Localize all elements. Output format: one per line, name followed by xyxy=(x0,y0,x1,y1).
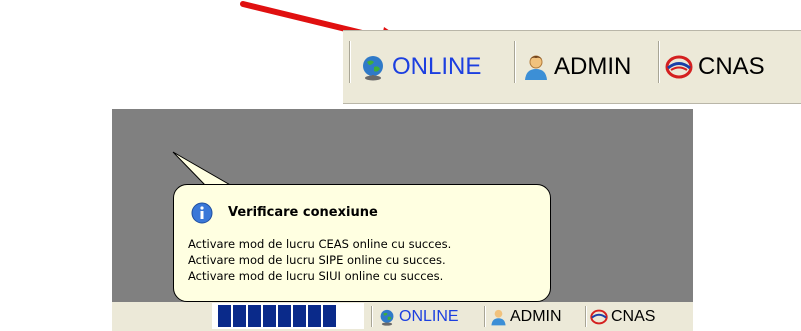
balloon-line: Activare mod de lucru SIUI online cu suc… xyxy=(188,269,444,283)
online-indicator-small[interactable]: ONLINE xyxy=(378,302,459,331)
globe-icon xyxy=(380,309,394,326)
info-icon xyxy=(191,202,213,224)
progress-bar xyxy=(212,303,364,329)
user-icon xyxy=(491,309,506,325)
notification-balloon[interactable]: Verificare conexiune Activare mod de luc… xyxy=(173,184,551,302)
admin-label-small: ADMIN xyxy=(510,307,562,325)
balloon-message: Activare mod de lucru CEAS online cu suc… xyxy=(188,236,451,284)
balloon-line: Activare mod de lucru SIPE online cu suc… xyxy=(188,253,446,267)
balloon-title: Verificare conexiune xyxy=(228,205,378,220)
online-label-small: ONLINE xyxy=(399,307,459,325)
balloon-line: Activare mod de lucru CEAS online cu suc… xyxy=(188,237,452,251)
admin-indicator-small[interactable]: ADMIN xyxy=(490,302,562,331)
cnas-logo-icon xyxy=(590,309,608,324)
status-bar-small: ONLINE ADMIN CNAS xyxy=(112,302,693,331)
cnas-label-small: CNAS xyxy=(611,307,656,325)
cnas-indicator-small[interactable]: CNAS xyxy=(590,302,655,331)
